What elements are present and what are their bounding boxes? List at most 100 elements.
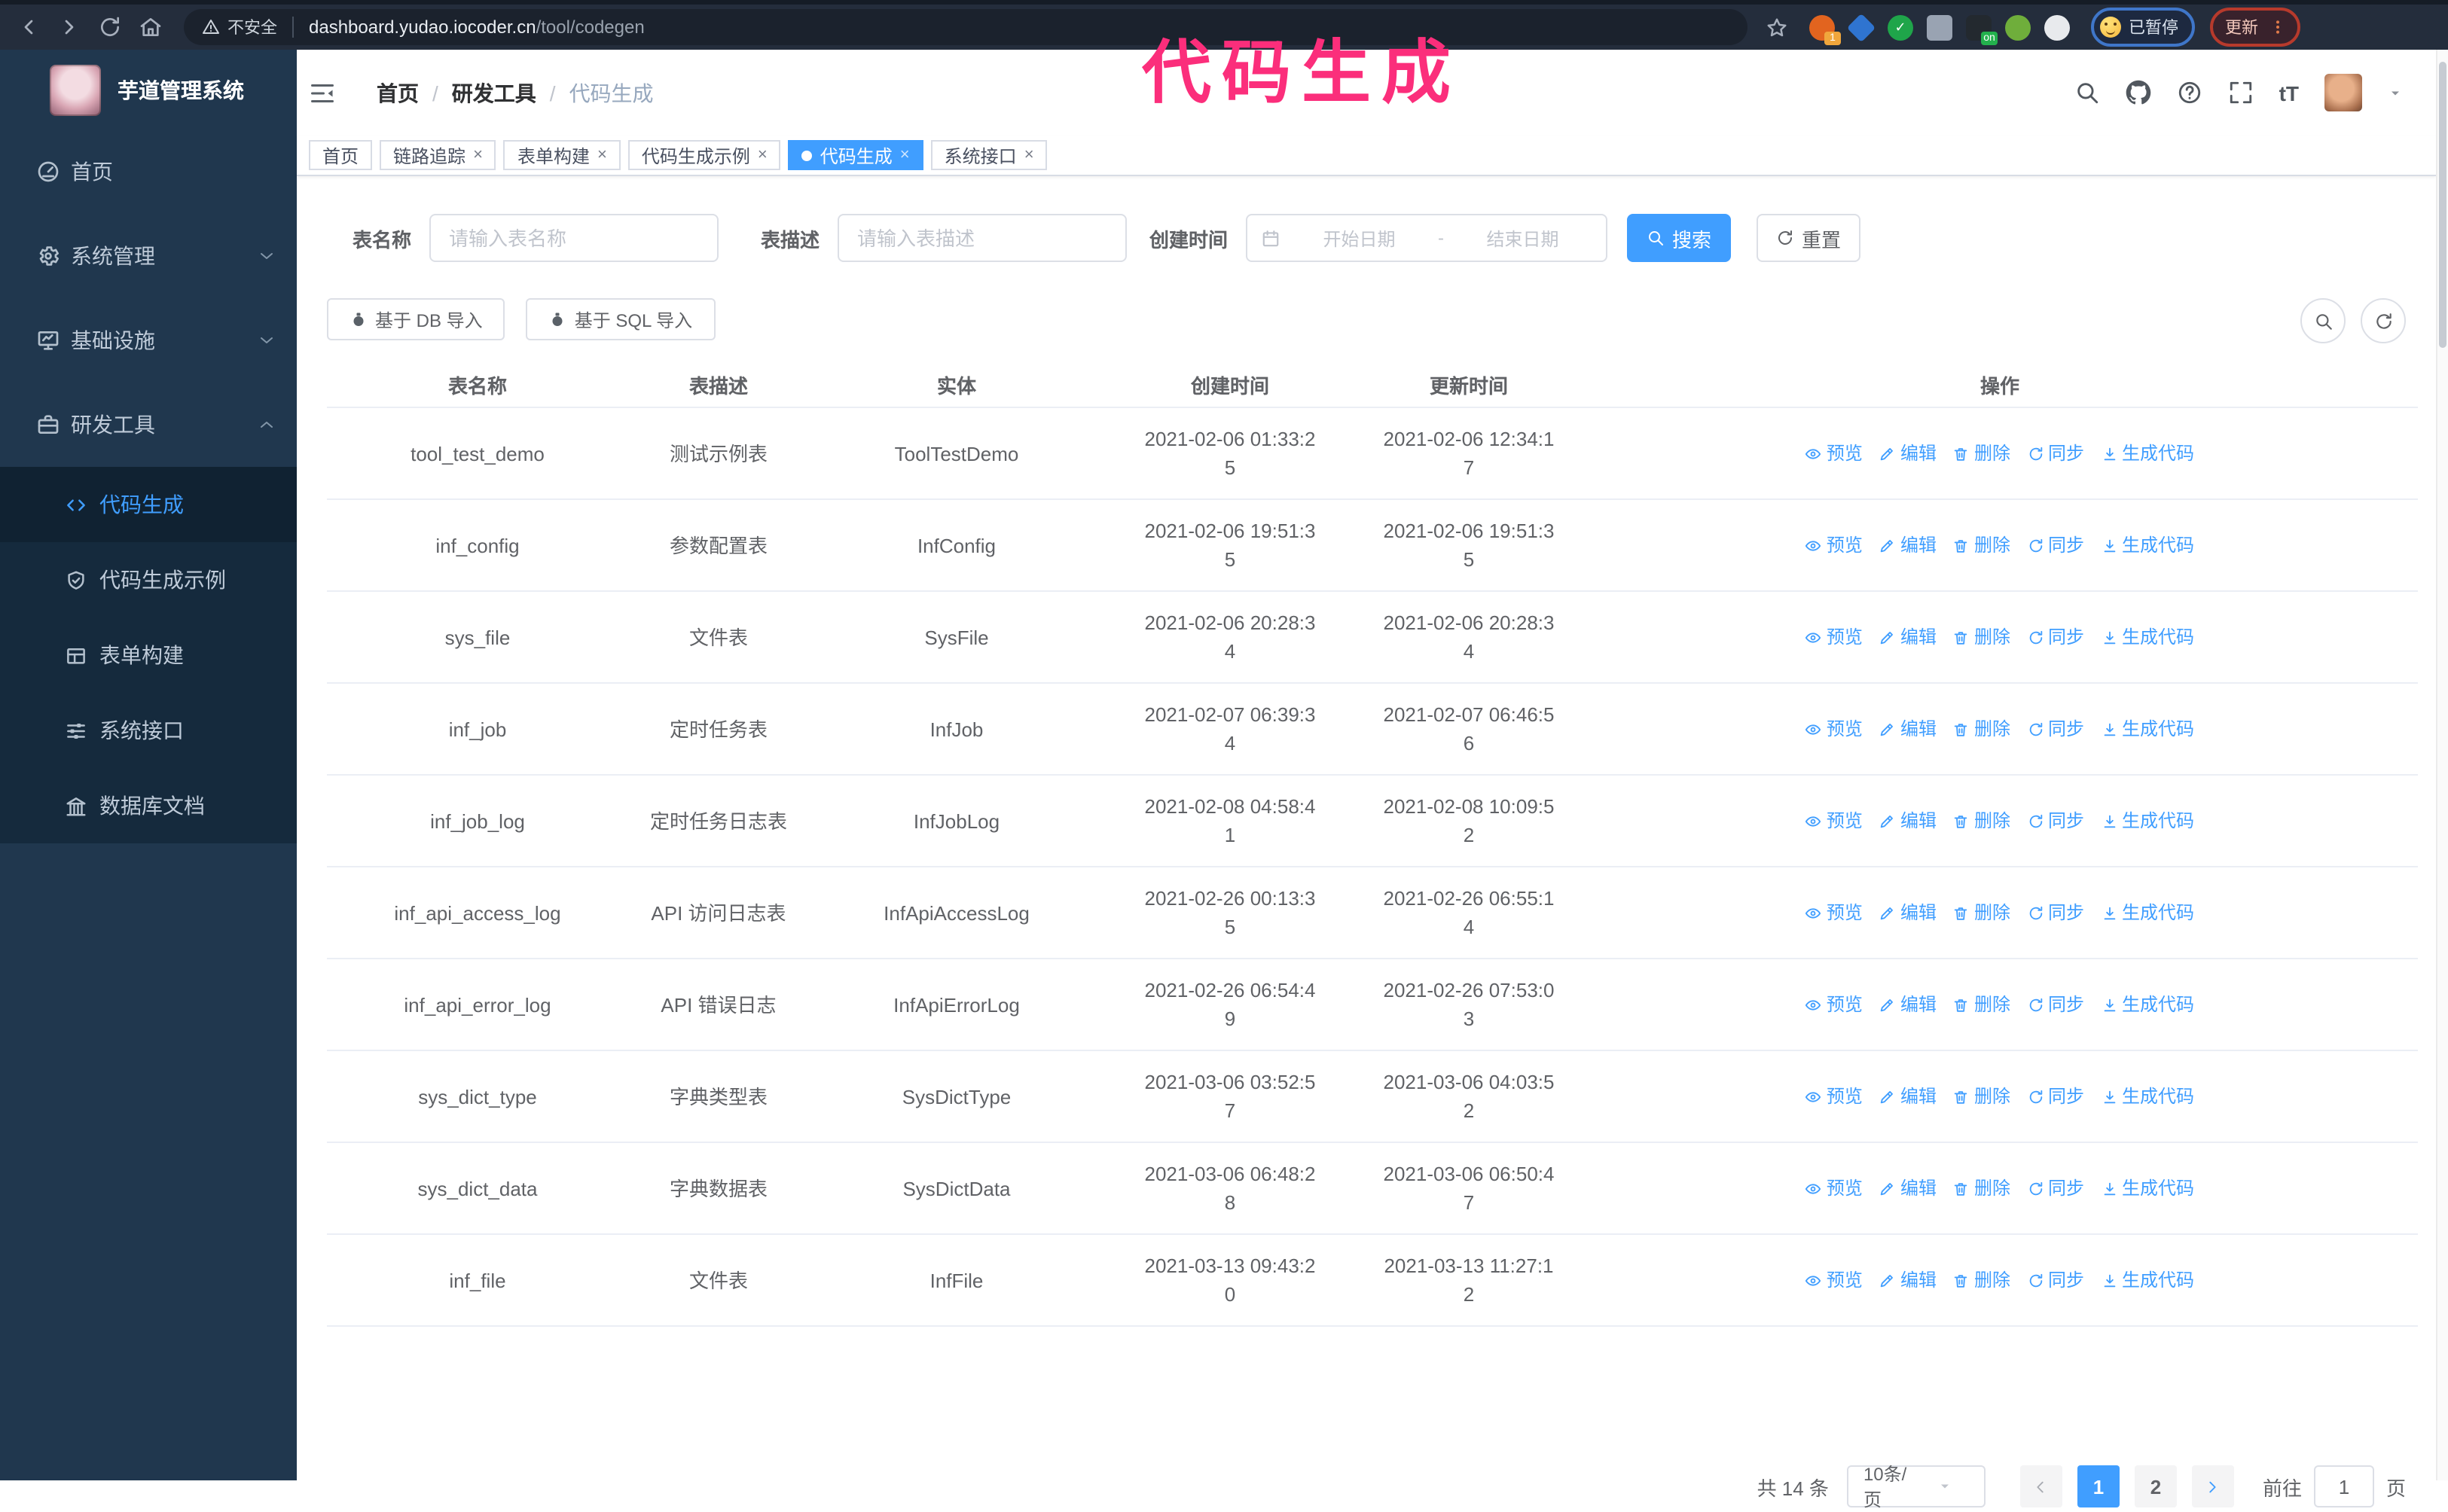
action-sync-link[interactable]: 同步 xyxy=(2027,990,2084,1019)
action-trash-link[interactable]: 删除 xyxy=(1953,1082,2010,1111)
action-download-link[interactable]: 生成代码 xyxy=(2101,439,2194,468)
action-sync-link[interactable]: 同步 xyxy=(2027,623,2084,651)
bookmark-star-icon[interactable] xyxy=(1766,16,1788,38)
tab-close-icon[interactable]: × xyxy=(473,146,483,163)
action-sync-link[interactable]: 同步 xyxy=(2027,806,2084,835)
search-icon[interactable] xyxy=(2074,80,2100,105)
action-eye-link[interactable]: 预览 xyxy=(1805,623,1863,651)
tab[interactable]: 表单构建 × xyxy=(503,140,621,170)
table-name-input[interactable] xyxy=(429,214,719,262)
action-sync-link[interactable]: 同步 xyxy=(2027,1082,2084,1111)
breadcrumb-item[interactable]: 研发工具 xyxy=(452,78,536,108)
action-sync-link[interactable]: 同步 xyxy=(2027,531,2084,559)
scrollbar-thumb[interactable] xyxy=(2439,62,2446,348)
action-trash-link[interactable]: 删除 xyxy=(1953,439,2010,468)
collapse-sidebar-icon[interactable] xyxy=(309,79,336,106)
help-icon[interactable] xyxy=(2177,80,2202,105)
action-trash-link[interactable]: 删除 xyxy=(1953,715,2010,743)
action-edit-link[interactable]: 编辑 xyxy=(1879,623,1937,651)
tab[interactable]: 链路追踪 × xyxy=(380,140,496,170)
browser-update-button[interactable]: 更新 xyxy=(2210,8,2300,47)
action-sync-link[interactable]: 同步 xyxy=(2027,1266,2084,1294)
action-edit-link[interactable]: 编辑 xyxy=(1879,806,1937,835)
sidebar-submenu-item[interactable]: 表单构建 xyxy=(0,617,297,693)
action-download-link[interactable]: 生成代码 xyxy=(2101,1266,2194,1294)
action-download-link[interactable]: 生成代码 xyxy=(2101,806,2194,835)
search-button[interactable]: 搜索 xyxy=(1627,214,1732,262)
action-download-link[interactable]: 生成代码 xyxy=(2101,715,2194,743)
action-sync-link[interactable]: 同步 xyxy=(2027,715,2084,743)
action-edit-link[interactable]: 编辑 xyxy=(1879,898,1937,927)
action-eye-link[interactable]: 预览 xyxy=(1805,1266,1863,1294)
action-download-link[interactable]: 生成代码 xyxy=(2101,1174,2194,1203)
action-download-link[interactable]: 生成代码 xyxy=(2101,531,2194,559)
end-date-placeholder[interactable]: 结束日期 xyxy=(1453,225,1592,251)
toggle-search-button[interactable] xyxy=(2300,298,2346,343)
action-eye-link[interactable]: 预览 xyxy=(1805,990,1863,1019)
action-eye-link[interactable]: 预览 xyxy=(1805,439,1863,468)
action-trash-link[interactable]: 删除 xyxy=(1953,898,2010,927)
ext-grid-icon[interactable] xyxy=(1927,14,1952,40)
table-desc-input[interactable] xyxy=(838,214,1127,262)
ext-green-check-icon[interactable]: ✓ xyxy=(1888,14,1913,40)
address-bar[interactable]: 不安全 dashboard.yudao.iocoder.cn /tool/cod… xyxy=(184,9,1747,45)
action-trash-link[interactable]: 删除 xyxy=(1953,806,2010,835)
date-range-picker[interactable]: 开始日期 - 结束日期 xyxy=(1246,214,1607,262)
action-download-link[interactable]: 生成代码 xyxy=(2101,898,2194,927)
ext-dark-on-icon[interactable]: on xyxy=(1966,14,1998,44)
page-button-1[interactable]: 1 xyxy=(2077,1465,2120,1507)
action-download-link[interactable]: 生成代码 xyxy=(2101,990,2194,1019)
tab-close-icon[interactable]: × xyxy=(1024,146,1034,163)
browser-home-icon[interactable] xyxy=(139,15,163,39)
font-size-icon[interactable]: tT xyxy=(2279,82,2299,103)
tab-close-icon[interactable]: × xyxy=(597,146,607,163)
browser-menu-icon[interactable] xyxy=(2270,18,2285,36)
start-date-placeholder[interactable]: 开始日期 xyxy=(1290,225,1429,251)
ext-gem-icon[interactable] xyxy=(1846,12,1876,42)
action-edit-link[interactable]: 编辑 xyxy=(1879,1266,1937,1294)
sidebar-menu-item[interactable]: 研发工具 xyxy=(0,383,297,467)
ext-orange-icon[interactable]: 1 xyxy=(1809,14,1841,44)
tab-close-icon[interactable]: × xyxy=(900,146,910,163)
action-eye-link[interactable]: 预览 xyxy=(1805,531,1863,559)
action-edit-link[interactable]: 编辑 xyxy=(1879,439,1937,468)
action-eye-link[interactable]: 预览 xyxy=(1805,806,1863,835)
action-eye-link[interactable]: 预览 xyxy=(1805,898,1863,927)
db-import-button[interactable]: 基于 DB 导入 xyxy=(327,298,505,340)
action-trash-link[interactable]: 删除 xyxy=(1953,1174,2010,1203)
sql-import-button[interactable]: 基于 SQL 导入 xyxy=(526,298,716,340)
action-eye-link[interactable]: 预览 xyxy=(1805,1174,1863,1203)
tab[interactable]: 首页 × xyxy=(309,140,373,170)
goto-page-input[interactable] xyxy=(2313,1465,2374,1507)
action-sync-link[interactable]: 同步 xyxy=(2027,1174,2084,1203)
sidebar-menu-item[interactable]: 首页 xyxy=(0,130,297,214)
sidebar-menu-item[interactable]: 系统管理 xyxy=(0,214,297,298)
sidebar-submenu-item[interactable]: 代码生成示例 xyxy=(0,542,297,617)
action-download-link[interactable]: 生成代码 xyxy=(2101,623,2194,651)
ext-ghost-icon[interactable] xyxy=(2044,14,2070,40)
action-edit-link[interactable]: 编辑 xyxy=(1879,1082,1937,1111)
breadcrumb-item[interactable]: 首页 xyxy=(377,78,419,108)
reset-button[interactable]: 重置 xyxy=(1757,214,1861,262)
tab-close-icon[interactable]: × xyxy=(758,146,768,163)
next-page-button[interactable] xyxy=(2191,1465,2234,1507)
action-trash-link[interactable]: 删除 xyxy=(1953,990,2010,1019)
browser-forward-icon[interactable] xyxy=(57,15,81,39)
action-sync-link[interactable]: 同步 xyxy=(2027,898,2084,927)
refresh-table-button[interactable] xyxy=(2361,298,2406,343)
ext-bot-icon[interactable] xyxy=(2005,14,2031,40)
tab[interactable]: 系统接口 × xyxy=(930,140,1048,170)
browser-back-icon[interactable] xyxy=(17,15,41,39)
action-edit-link[interactable]: 编辑 xyxy=(1879,531,1937,559)
action-trash-link[interactable]: 删除 xyxy=(1953,623,2010,651)
action-trash-link[interactable]: 删除 xyxy=(1953,531,2010,559)
sidebar-menu-item[interactable]: 基础设施 xyxy=(0,298,297,383)
browser-reload-icon[interactable] xyxy=(98,15,122,39)
sidebar-submenu-item[interactable]: 代码生成 xyxy=(0,467,297,542)
user-avatar[interactable] xyxy=(2324,74,2362,111)
fullscreen-icon[interactable] xyxy=(2228,80,2254,105)
github-icon[interactable] xyxy=(2126,80,2151,105)
action-trash-link[interactable]: 删除 xyxy=(1953,1266,2010,1294)
action-edit-link[interactable]: 编辑 xyxy=(1879,1174,1937,1203)
sidebar-submenu-item[interactable]: 数据库文档 xyxy=(0,768,297,843)
